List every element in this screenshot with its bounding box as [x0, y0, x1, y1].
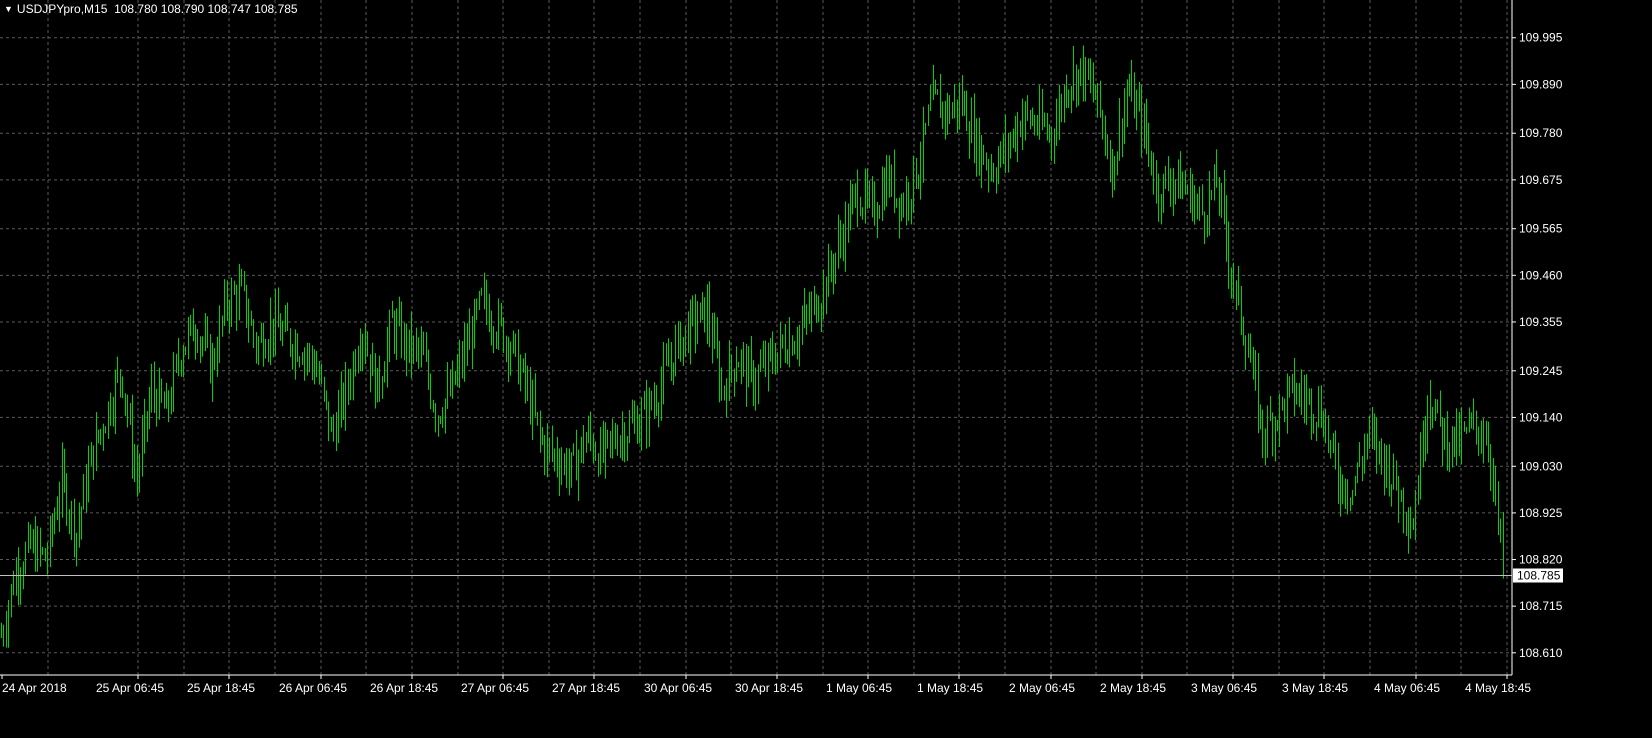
x-tick-label: 30 Apr 18:45 — [735, 681, 803, 695]
x-tick-label: 1 May 06:45 — [826, 681, 892, 695]
x-tick-label: 3 May 06:45 — [1191, 681, 1257, 695]
y-tick-label: 109.140 — [1519, 410, 1563, 424]
y-tick-label: 109.460 — [1519, 268, 1563, 282]
chart-header[interactable]: ▼ USDJPYpro,M15 108.780 108.790 108.747 1… — [4, 2, 298, 16]
symbol-label: USDJPYpro,M15 — [16, 2, 108, 16]
dropdown-triangle-icon[interactable]: ▼ — [4, 4, 13, 14]
current-price-label: 108.785 — [1513, 568, 1563, 583]
current-price-text: 108.785 — [1517, 569, 1561, 583]
y-tick-label: 109.355 — [1519, 315, 1563, 329]
x-tick-label: 26 Apr 18:45 — [370, 681, 438, 695]
x-tick-label: 4 May 18:45 — [1465, 681, 1531, 695]
y-tick-label: 109.675 — [1519, 173, 1563, 187]
x-tick-label: 25 Apr 06:45 — [96, 681, 164, 695]
plot-background — [0, 0, 1652, 733]
price-chart[interactable]: 109.995 109.890 109.780 109.675 109.565 109.4… — [0, 0, 1652, 733]
x-tick-label: 2 May 06:45 — [1009, 681, 1075, 695]
x-tick-label: 25 Apr 18:45 — [187, 681, 255, 695]
y-tick-label: 108.610 — [1519, 646, 1563, 660]
y-tick-label: 109.780 — [1519, 126, 1563, 140]
y-tick-label: 108.925 — [1519, 506, 1563, 520]
y-tick-label: 108.820 — [1519, 553, 1563, 567]
x-axis-labels: 24 Apr 2018 25 Apr 06:45 25 Apr 18:45 26 Ap… — [2, 681, 1531, 695]
x-tick-label: 27 Apr 06:45 — [461, 681, 529, 695]
chart-canvas[interactable]: 109.995 109.890 109.780 109.675 109.565 109.4… — [0, 0, 1652, 733]
x-tick-label: 1 May 18:45 — [917, 681, 983, 695]
x-tick-label: 26 Apr 06:45 — [279, 681, 347, 695]
x-tick-label: 27 Apr 18:45 — [552, 681, 620, 695]
y-tick-label: 109.565 — [1519, 222, 1563, 236]
y-tick-label: 109.245 — [1519, 364, 1563, 378]
y-tick-label: 109.030 — [1519, 459, 1563, 473]
x-tick-label: 4 May 06:45 — [1374, 681, 1440, 695]
x-tick-label: 3 May 18:45 — [1282, 681, 1348, 695]
ohlc-values: 108.780 108.790 108.747 108.785 — [114, 2, 298, 16]
y-tick-label: 109.890 — [1519, 77, 1563, 91]
x-tick-label: 30 Apr 06:45 — [644, 681, 712, 695]
y-tick-label: 108.715 — [1519, 599, 1563, 613]
x-tick-label: 2 May 18:45 — [1100, 681, 1166, 695]
y-tick-label: 109.995 — [1519, 31, 1563, 45]
x-tick-label: 24 Apr 2018 — [2, 681, 67, 695]
